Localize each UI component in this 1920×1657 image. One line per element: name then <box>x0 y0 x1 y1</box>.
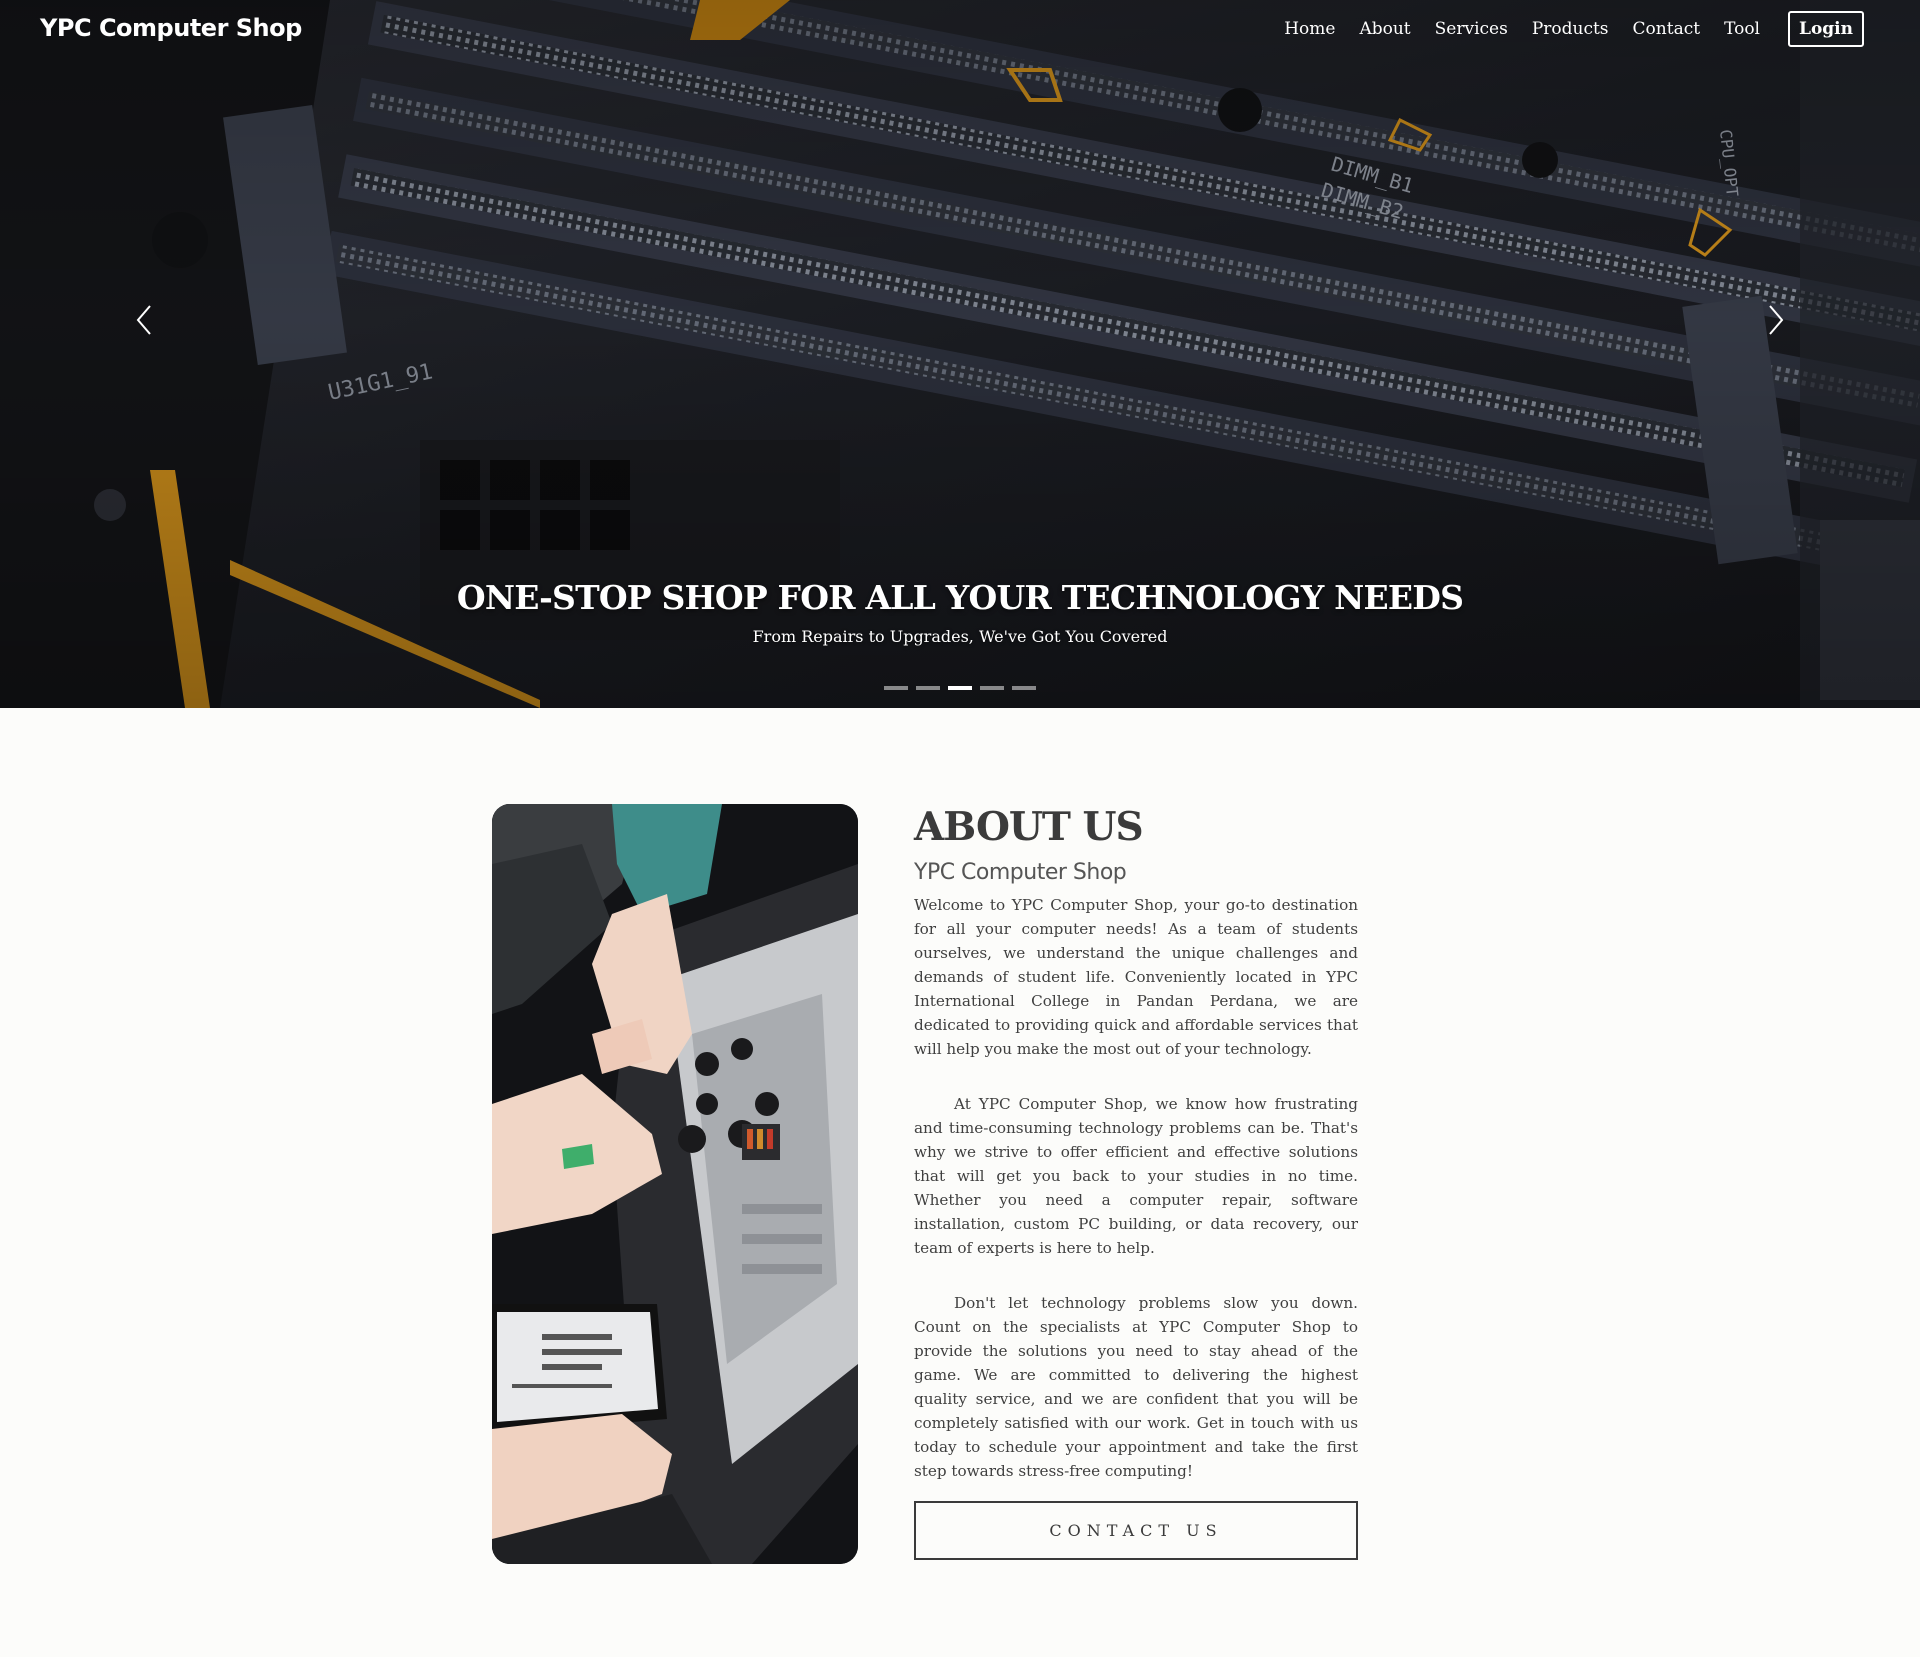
carousel-indicator-3[interactable] <box>948 686 972 690</box>
hero-caption: ONE-STOP SHOP FOR ALL YOUR TECHNOLOGY NE… <box>0 578 1920 646</box>
login-button[interactable]: Login <box>1788 11 1864 47</box>
nav-links: Home About Services Products Contact Too… <box>1260 11 1864 47</box>
carousel-indicator-2[interactable] <box>916 686 940 690</box>
chevron-right-icon <box>1769 305 1784 335</box>
pc-repair-image <box>492 804 858 1564</box>
about-paragraph-1: Welcome to YPC Computer Shop, your go-to… <box>914 896 1358 1058</box>
contact-us-button[interactable]: CONTACT US <box>914 1501 1358 1560</box>
about-content: ABOUT US YPC Computer Shop Welcome to YP… <box>914 804 1358 1560</box>
carousel-next-button[interactable] <box>1756 300 1796 340</box>
nav-home[interactable]: Home <box>1284 19 1335 39</box>
nav-about[interactable]: About <box>1359 19 1410 39</box>
nav-services[interactable]: Services <box>1435 19 1508 39</box>
carousel-indicators <box>880 686 1040 690</box>
about-paragraph-2: At YPC Computer Shop, we know how frustr… <box>914 1095 1358 1257</box>
about-subtitle: YPC Computer Shop <box>914 860 1127 885</box>
about-title: ABOUT US <box>914 804 1144 850</box>
nav-products[interactable]: Products <box>1532 19 1609 39</box>
about-paragraph-3: Don't let technology problems slow you d… <box>914 1294 1358 1480</box>
nav-contact[interactable]: Contact <box>1633 19 1701 39</box>
nav-tool[interactable]: Tool <box>1724 19 1760 39</box>
carousel-indicator-5[interactable] <box>1012 686 1036 690</box>
top-navbar: YPC Computer Shop Home About Services Pr… <box>0 0 1920 60</box>
chevron-left-icon <box>136 305 151 335</box>
hero-title: ONE-STOP SHOP FOR ALL YOUR TECHNOLOGY NE… <box>456 578 1464 617</box>
hero-carousel: DIMM_B1 DIMM_B2 CPU_OPT U31G1_91 YPC Com… <box>0 0 1920 708</box>
about-photo <box>492 804 858 1564</box>
carousel-indicator-1[interactable] <box>884 686 908 690</box>
carousel-indicator-4[interactable] <box>980 686 1004 690</box>
brand-logo[interactable]: YPC Computer Shop <box>40 14 302 42</box>
hero-subtitle: From Repairs to Upgrades, We've Got You … <box>752 627 1168 646</box>
carousel-prev-button[interactable] <box>124 300 164 340</box>
